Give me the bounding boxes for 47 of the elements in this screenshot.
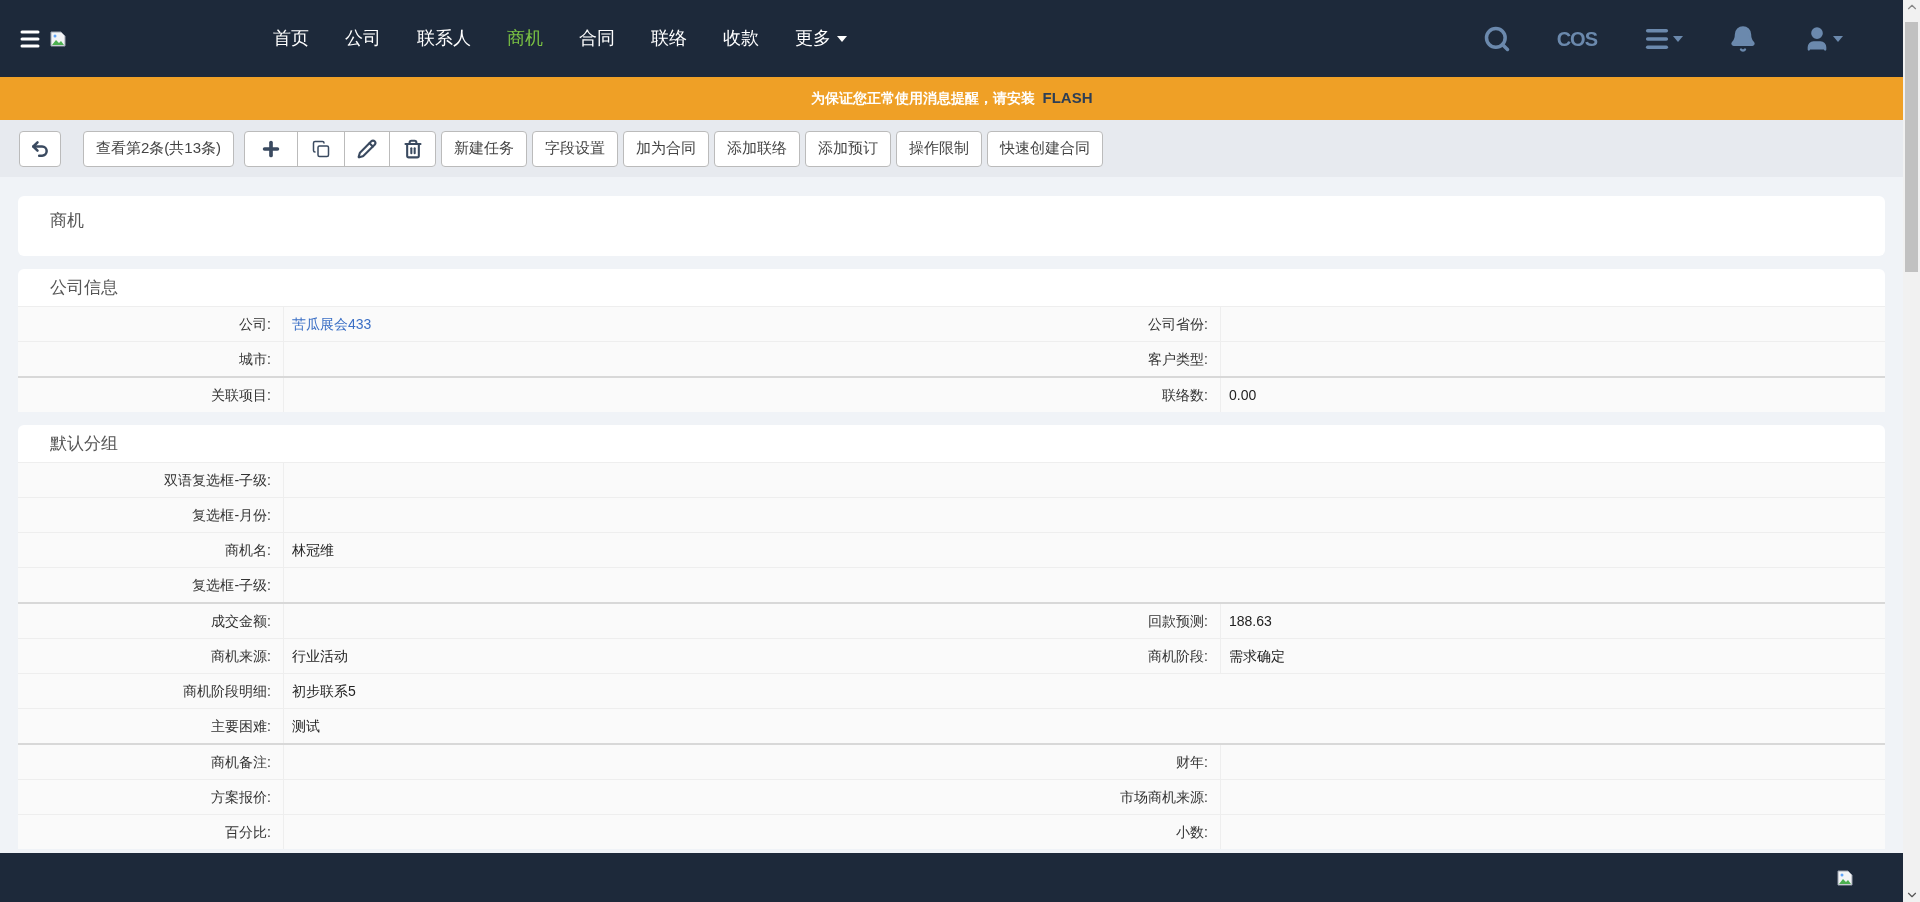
field-value: 测试 (292, 718, 320, 734)
copy-icon (312, 139, 331, 158)
section-title: 公司信息 (50, 276, 118, 299)
company-link[interactable]: 苦瓜展会433 (292, 316, 372, 332)
section-title: 默认分组 (50, 432, 118, 455)
field-value: 行业活动 (292, 648, 348, 664)
notice-text: 为保证您正常使用消息提醒，请安装 (810, 89, 1035, 108)
toolbar-button[interactable]: 添加联络 (714, 130, 801, 167)
field-value: 初步联系5 (292, 683, 356, 699)
field-label: 关联项目: (18, 378, 284, 412)
nav-link[interactable]: 更多 (777, 25, 865, 52)
nav-link[interactable]: 收款 (705, 25, 777, 52)
caret-icon (1833, 35, 1843, 42)
toolbar-button[interactable]: 操作限制 (896, 130, 983, 167)
broken-image-icon (1837, 869, 1853, 886)
field-label: 百分比: (18, 815, 284, 849)
nav-link[interactable]: 首页 (255, 25, 327, 52)
search-icon[interactable] (1482, 24, 1511, 53)
trash-icon (402, 138, 423, 159)
scrollbar[interactable] (1903, 0, 1920, 902)
notification-icon[interactable] (1729, 24, 1757, 53)
field-value: 林冠维 (292, 542, 334, 558)
toolbar-button[interactable]: 加为合同 (623, 130, 710, 167)
nav-link[interactable]: 联络 (633, 25, 705, 52)
field-value: 需求确定 (1229, 648, 1285, 664)
back-arrow-icon (30, 138, 50, 159)
scrollbar-thumb[interactable] (1905, 22, 1918, 272)
flash-link[interactable]: FLASH (1042, 87, 1093, 110)
nav-link[interactable]: 合同 (561, 25, 633, 52)
field-value: 188.63 (1229, 613, 1272, 629)
caret-icon (1673, 35, 1683, 42)
field-value: 0.00 (1229, 387, 1257, 403)
field-label: 小数: (955, 815, 1221, 849)
toolbar-button[interactable]: 添加预订 (805, 130, 892, 167)
record-button[interactable]: 查看第2条(共13条) (83, 130, 235, 167)
toolbar-button[interactable]: 新建任务 (441, 130, 528, 167)
toolbar-button[interactable]: 快速创建合同 (987, 130, 1104, 167)
nav-link[interactable]: 联系人 (399, 25, 489, 52)
nav-link[interactable]: 商机 (489, 25, 561, 52)
cos-button[interactable]: COS (1556, 23, 1597, 54)
toolbar-button[interactable]: 字段设置 (532, 130, 619, 167)
back-button[interactable] (19, 130, 61, 167)
field-label: 联络数: (955, 378, 1221, 412)
nav-link[interactable]: 公司 (327, 25, 399, 52)
page-title: 商机 (50, 211, 84, 230)
pencil-icon (357, 138, 378, 159)
broken-image-icon (50, 30, 66, 47)
